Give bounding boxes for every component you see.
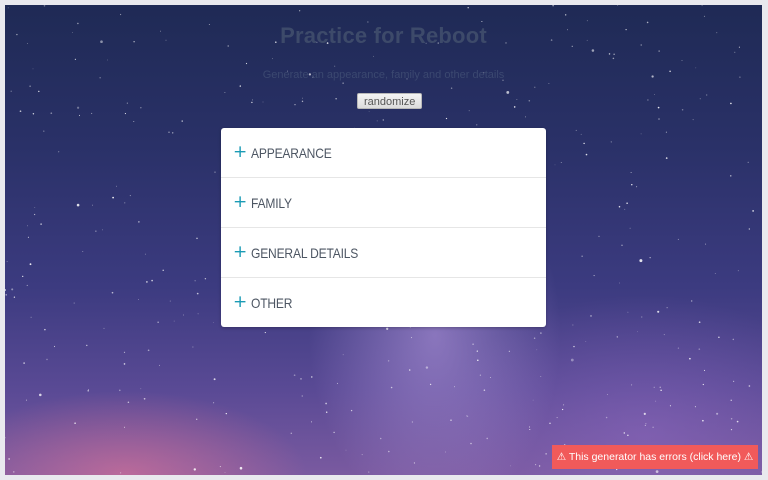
- randomize-button[interactable]: randomize: [357, 93, 423, 109]
- plus-icon: +: [233, 192, 248, 212]
- sections-panel: + APPEARANCE + FAMILY + GENERAL DETAILS …: [221, 128, 546, 327]
- starry-background: Practice for Reboot Generate an appearan…: [5, 5, 762, 475]
- error-banner[interactable]: ⚠ This generator has errors (click here)…: [552, 445, 758, 469]
- page-subtitle: Generate an appearance, family and other…: [262, 69, 505, 81]
- page-title: Practice for Reboot: [280, 23, 487, 48]
- section-other[interactable]: + OTHER: [221, 278, 546, 327]
- section-label: OTHER: [251, 294, 293, 311]
- section-label: FAMILY: [251, 194, 292, 211]
- plus-icon: +: [233, 292, 248, 312]
- plus-icon: +: [233, 142, 248, 162]
- plus-icon: +: [233, 242, 248, 262]
- section-appearance[interactable]: + APPEARANCE: [221, 128, 546, 178]
- section-general-details[interactable]: + GENERAL DETAILS: [221, 228, 546, 278]
- section-label: GENERAL DETAILS: [251, 244, 359, 261]
- section-label: APPEARANCE: [251, 144, 332, 161]
- section-family[interactable]: + FAMILY: [221, 178, 546, 228]
